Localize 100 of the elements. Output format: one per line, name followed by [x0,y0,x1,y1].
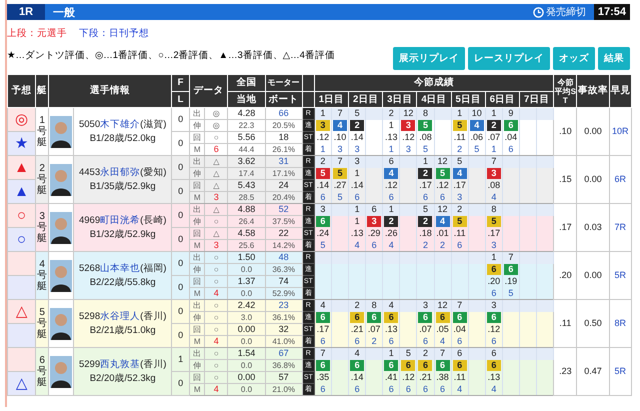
course-box: 6 [384,360,398,371]
course-box: 6 [486,360,501,371]
course-box: 6 [316,312,330,323]
player-name-link[interactable]: 町田洸希 [100,214,140,226]
player-name-link[interactable]: 水谷理人 [100,310,140,322]
finish-position: 6 [400,384,417,396]
column-header: F [172,74,190,92]
course-box: 6 [486,312,501,323]
photo-placeholder [50,308,72,340]
deadline-label: 発売締切 [546,6,586,19]
course-box: 6 [504,264,518,275]
accident-rate: 0.00 [576,108,610,156]
player-name-link[interactable]: 西丸敦基 [100,358,140,370]
player-number: 5298 [78,310,100,322]
player-number: 5268 [78,262,100,274]
photo-placeholder [50,164,72,196]
course-box: 6 [418,312,432,323]
course-box: 5 [452,120,467,131]
course-box: 5 [436,168,450,179]
photo-placeholder [50,260,72,292]
player-name-link[interactable]: 木下雄介 [100,118,140,130]
player-number: 5050 [78,118,100,130]
quick-view-link[interactable]: 6R [614,174,626,184]
accident-rate: 0.47 [576,348,610,396]
player-name-link[interactable]: 山本幸也 [100,262,140,274]
legend-forecast: 下段：日刊予想 [79,27,149,40]
boat-number: 5号艇 [37,307,48,340]
course-box: 6 [350,360,364,371]
race-number: 1R [7,4,45,20]
average-st: .11 [554,300,577,348]
boat-number: 6号艇 [37,355,48,388]
column-header: 全国 [228,74,266,92]
course-box: 5 [418,120,432,131]
prediction-mark: △ [8,372,36,396]
local-win-rate: 0.0 [228,384,266,396]
player-branch: (福岡) [140,262,166,274]
legend-former: 上段：元選手 [7,27,67,40]
course-box: 4 [470,120,484,131]
day-header: 1日目 [314,92,349,108]
course-box: 2 [486,120,501,131]
accident-rate: 0.03 [576,204,610,252]
course-box: 6 [452,360,467,371]
day-header: 6日目 [485,92,520,108]
prediction-mark: ▲ [8,180,36,204]
column-header: 当地 [228,92,266,108]
average-st: .15 [554,156,577,204]
average-st: .23 [554,348,577,396]
quick-view-link[interactable]: 5R [614,366,626,376]
column-header: ボート [265,92,302,108]
course-box: 5 [452,216,467,227]
column-header: 早見 [609,74,632,108]
quick-view-link[interactable]: 8R [614,318,626,328]
player-number: 4453 [78,166,100,178]
boat-number: 1号艇 [37,115,48,148]
course-box: 6 [452,312,467,323]
course-box: 2 [384,216,398,227]
quick-view-link[interactable]: 7R [614,222,626,232]
player-profile: B1/32歳/52.9kg [88,228,157,242]
course-box: 4 [384,168,398,179]
accident-rate: 0.00 [576,156,610,204]
player-branch: (香川) [140,310,166,322]
finish-position: 6 [416,384,434,396]
course-box: 6 [436,312,450,323]
photo-placeholder [50,356,72,388]
player-profile: B2/22歳/55.8kg [88,276,157,290]
boat-rate: 21.0% [265,384,302,396]
prediction-mark: ○ [8,228,36,252]
player-branch: (長崎) [140,214,166,226]
column-header: 事故率 [576,74,610,108]
course-number: 1 [354,216,360,226]
course-box: 6 [367,312,382,323]
player-name-link[interactable]: 永田郁弥 [100,166,140,178]
course-box: 6 [384,312,398,323]
column-header: データ [190,74,228,108]
course-box: 6 [486,264,501,275]
day-header: 5日目 [451,92,486,108]
course-box: 6 [418,360,432,371]
finish-position: 6 [348,384,366,396]
quick-view-link[interactable]: 10R [612,126,629,136]
course-box: 5 [486,216,501,227]
accident-rate: 0.50 [576,300,610,348]
legend-marks: ★…ダントツ評価、◎…1番評価、○…2番評価、▲…3番評価、△…4番評価 [7,49,335,62]
course-box: 2 [350,120,364,131]
column-header: 予想 [8,74,36,108]
boat-number: 4号艇 [37,259,48,292]
player-profile: B1/35歳/52.9kg [88,180,157,194]
clock-icon [532,6,544,18]
deadline-time: 17:54 [594,4,630,20]
quick-view-link[interactable]: 5R [614,270,626,280]
race-grade: 一般 [53,6,76,20]
course-box: 4 [452,168,467,179]
photo-placeholder [50,116,72,148]
player-number: 5299 [78,358,100,370]
finish-position: 6 [434,384,452,396]
player-number: 4969 [78,214,100,226]
data-value: 4 [204,384,228,396]
course-box: 4 [333,120,347,131]
day-header: 4日目 [416,92,452,108]
course-box: 3 [401,120,416,131]
finish-position: 6 [382,384,400,396]
